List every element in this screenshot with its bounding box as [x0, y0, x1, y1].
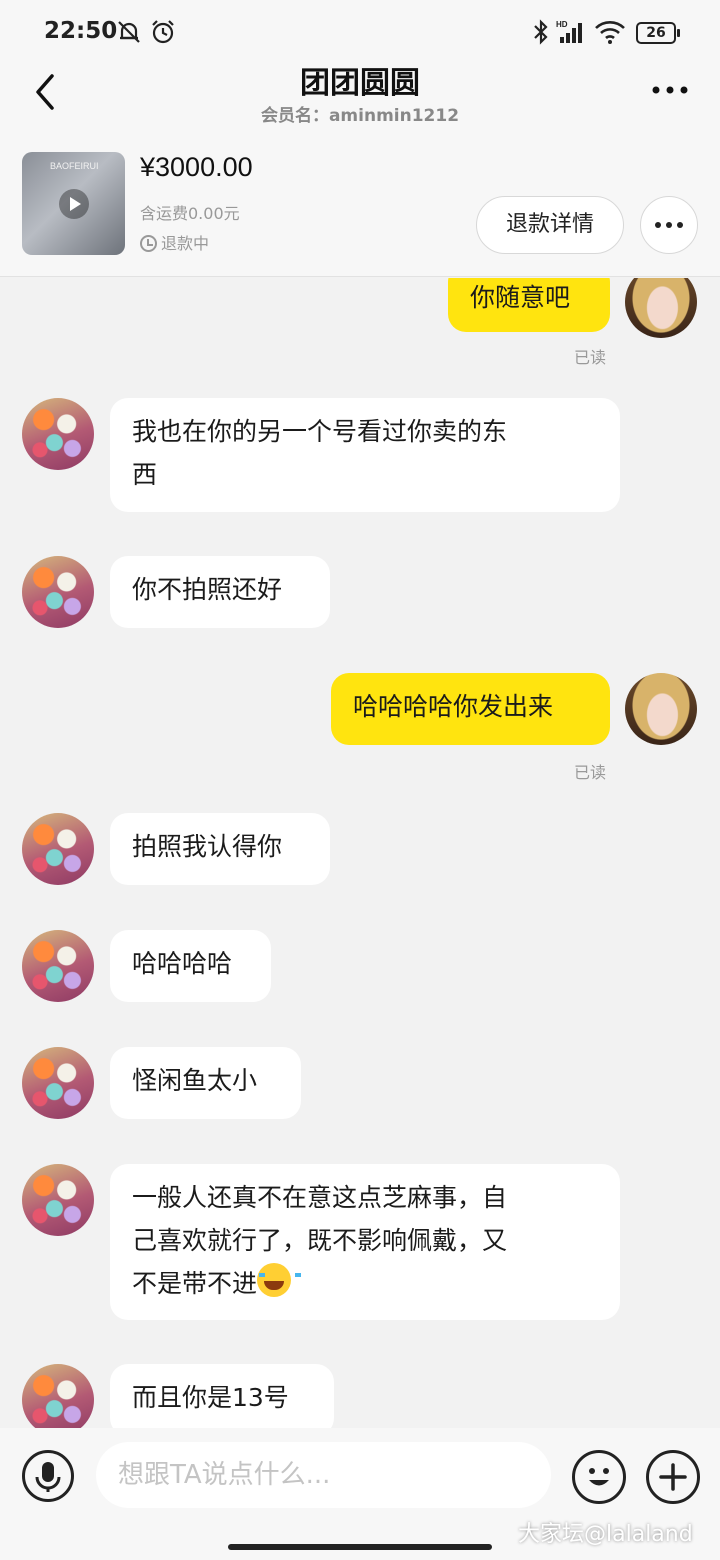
message-text-line: 我也在你的另一个号看过你卖的东	[132, 417, 508, 446]
signal-icon: HD	[556, 19, 588, 49]
my-avatar[interactable]	[625, 673, 697, 745]
page-title: 团团圆圆	[300, 66, 420, 101]
message-bubble-outgoing[interactable]: 哈哈哈哈你发出来	[331, 673, 610, 745]
clock-icon	[140, 235, 157, 252]
more-dots-icon	[641, 197, 697, 253]
contact-avatar[interactable]	[22, 813, 94, 885]
refund-details-button[interactable]: 退款详情	[476, 196, 624, 254]
status-time: 22:50	[44, 18, 118, 44]
message-text: 你随意吧	[470, 283, 571, 312]
message-bubble-outgoing[interactable]: 你随意吧	[448, 278, 610, 332]
play-icon[interactable]	[59, 189, 89, 219]
message-text-line: 己喜欢就行了，既不影响佩戴，又	[132, 1226, 508, 1255]
more-options-button[interactable]	[648, 78, 692, 102]
message-text-line: 不是带不进	[132, 1269, 258, 1298]
message-text: 怪闲鱼太小	[132, 1066, 258, 1095]
watermark: 大家坛@lalaland	[518, 1522, 693, 1547]
chat-header: 团团圆圆 会员名：aminmin1212	[0, 64, 720, 134]
emoji-button[interactable]	[572, 1450, 626, 1504]
product-card[interactable]: BAOFEIRUI ¥3000.00 含运费0.00元 退款中 退款详情	[0, 134, 720, 277]
microphone-icon	[35, 1462, 61, 1492]
battery-indicator: 26	[636, 22, 680, 44]
status-bar: 22:50 HD 26	[0, 0, 720, 64]
message-text: 你不拍照还好	[132, 575, 283, 604]
message-text: 而且你是13号	[132, 1383, 289, 1412]
message-text-line: 西	[132, 460, 158, 489]
order-status-text: 退款中	[161, 234, 210, 253]
input-bar: 大家坛@lalaland	[0, 1428, 720, 1560]
mute-bell-icon	[116, 19, 142, 49]
alarm-icon	[150, 19, 176, 49]
message-input[interactable]	[96, 1442, 551, 1508]
message-bubble-incoming[interactable]: 我也在你的另一个号看过你卖的东 西	[110, 398, 620, 512]
contact-avatar[interactable]	[22, 1164, 94, 1236]
message-text: 哈哈哈哈	[132, 949, 233, 978]
plus-icon	[659, 1463, 687, 1491]
message-text-line: 一般人还真不在意这点芝麻事，自	[132, 1183, 508, 1212]
message-list[interactable]: 你随意吧 已读 我也在你的另一个号看过你卖的东 西 你不拍照还好 哈哈哈哈你发出…	[0, 278, 720, 1428]
smiley-icon	[589, 1468, 609, 1486]
contact-avatar[interactable]	[22, 930, 94, 1002]
message-bubble-incoming[interactable]: 哈哈哈哈	[110, 930, 271, 1002]
read-receipt: 已读	[574, 348, 607, 367]
add-attachment-button[interactable]	[646, 1450, 700, 1504]
voice-button[interactable]	[22, 1450, 74, 1502]
message-bubble-incoming[interactable]: 拍照我认得你	[110, 813, 330, 885]
read-receipt: 已读	[574, 763, 607, 782]
contact-avatar[interactable]	[22, 398, 94, 470]
contact-avatar[interactable]	[22, 1047, 94, 1119]
shipping-fee: 含运费0.00元	[140, 204, 240, 223]
home-indicator[interactable]	[228, 1544, 492, 1550]
message-bubble-incoming[interactable]: 一般人还真不在意这点芝麻事，自 己喜欢就行了，既不影响佩戴，又 不是带不进	[110, 1164, 620, 1320]
product-more-button[interactable]	[640, 196, 698, 254]
bluetooth-icon	[532, 19, 550, 49]
message-text: 拍照我认得你	[132, 832, 283, 861]
message-bubble-incoming[interactable]: 你不拍照还好	[110, 556, 330, 628]
message-bubble-incoming[interactable]: 而且你是13号	[110, 1364, 334, 1428]
svg-text:HD: HD	[556, 20, 568, 29]
wifi-icon	[594, 19, 626, 49]
order-status: 退款中	[140, 230, 209, 254]
contact-avatar[interactable]	[22, 556, 94, 628]
contact-avatar[interactable]	[22, 1364, 94, 1428]
message-text: 哈哈哈哈你发出来	[353, 692, 554, 721]
tears-of-joy-emoji-icon	[257, 1263, 302, 1297]
thumbnail-brand-mark: BAOFEIRUI	[50, 161, 99, 171]
member-name: 会员名：aminmin1212	[260, 106, 460, 126]
message-bubble-incoming[interactable]: 怪闲鱼太小	[110, 1047, 301, 1119]
more-dots-icon	[652, 86, 688, 94]
product-price: ¥3000.00	[140, 152, 253, 182]
product-thumbnail[interactable]: BAOFEIRUI	[22, 152, 125, 255]
my-avatar[interactable]	[625, 278, 697, 338]
